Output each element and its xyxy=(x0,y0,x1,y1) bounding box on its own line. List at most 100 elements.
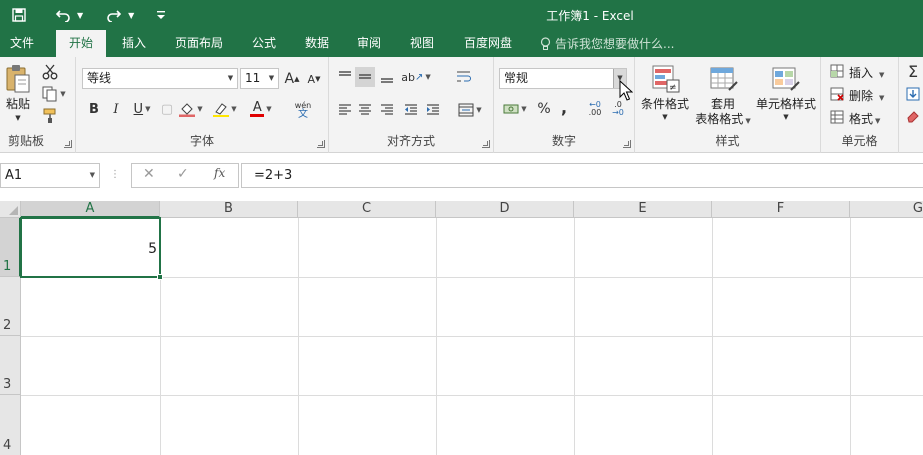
number-launcher-icon[interactable] xyxy=(623,140,631,148)
column-header-d[interactable]: D xyxy=(436,201,574,218)
formula-bar-splitter-icon[interactable]: ⋮ xyxy=(110,169,120,180)
font-color-icon[interactable]: A ▼ xyxy=(246,99,276,119)
column-header-e[interactable]: E xyxy=(574,201,712,218)
font-size-dropdown-icon[interactable]: ▼ xyxy=(265,69,278,88)
bold-button[interactable]: B xyxy=(84,99,104,119)
cell-styles-label[interactable]: 单元格样式 xyxy=(755,97,817,112)
paste-icon[interactable] xyxy=(4,63,32,95)
highlight-icon[interactable]: ▼ xyxy=(210,99,240,119)
delete-cells-label[interactable]: 删除 ▼ xyxy=(849,87,884,104)
tab-page-layout[interactable]: 页面布局 xyxy=(166,30,232,57)
insert-function-icon[interactable]: fx xyxy=(214,166,225,180)
conditional-formatting-label[interactable]: 条件格式 xyxy=(637,97,693,112)
tell-me-box[interactable]: 告诉我您想要做什么... xyxy=(540,30,674,57)
clipboard-launcher-icon[interactable] xyxy=(64,140,72,148)
tab-baidu-netdisk[interactable]: 百度网盘 xyxy=(455,30,521,57)
fill-handle[interactable] xyxy=(157,274,163,280)
row-header-4-label: 4 xyxy=(3,438,12,453)
format-as-table-label-1[interactable]: 套用 xyxy=(695,97,751,112)
column-header-a[interactable]: A xyxy=(21,201,160,218)
column-header-b[interactable]: B xyxy=(160,201,298,218)
name-box[interactable]: A1 ▼ xyxy=(0,163,100,188)
cut-icon[interactable] xyxy=(40,63,60,81)
increase-font-size-icon[interactable]: A ▲ xyxy=(283,69,301,89)
increase-decimal-icon[interactable]: ←0.00 xyxy=(584,99,606,119)
tab-review[interactable]: 审阅 xyxy=(349,30,389,57)
format-cells-label[interactable]: 格式 ▼ xyxy=(849,110,880,127)
font-launcher-icon[interactable] xyxy=(317,140,325,148)
decrease-decimal-icon[interactable]: .0 →0 xyxy=(607,99,629,119)
align-bottom-icon[interactable] xyxy=(377,67,397,87)
number-format-value: 常规 xyxy=(504,71,529,85)
borders-icon[interactable]: ▢ xyxy=(160,99,174,119)
decrease-font-size-icon[interactable]: A ▼ xyxy=(305,69,323,89)
fill-icon[interactable] xyxy=(904,85,922,103)
tab-view[interactable]: 视图 xyxy=(402,30,442,57)
accounting-format-icon[interactable]: ▼ xyxy=(498,99,532,119)
column-header-g[interactable]: G xyxy=(850,201,923,218)
delete-cells-icon[interactable] xyxy=(829,86,845,102)
number-format-combo[interactable]: 常规 ▼ xyxy=(499,68,627,89)
percent-style-button[interactable]: % xyxy=(534,99,554,119)
fill-color-icon[interactable]: ▼ xyxy=(176,99,206,119)
alignment-group: ab ↗ ▼ ▼ 对齐方式 xyxy=(329,57,494,153)
row-header-2[interactable]: 2 xyxy=(0,277,21,336)
tab-home[interactable]: 开始 xyxy=(56,30,106,57)
paste-dropdown-icon[interactable]: ▼ xyxy=(12,113,24,123)
cell-styles-icon[interactable] xyxy=(769,63,803,95)
conditional-formatting-icon[interactable]: ≠ xyxy=(649,63,683,95)
decrease-indent-icon[interactable] xyxy=(401,100,421,120)
gridline xyxy=(21,336,923,337)
format-cells-icon[interactable] xyxy=(829,109,845,125)
clear-icon[interactable] xyxy=(904,107,922,125)
align-right-icon[interactable] xyxy=(377,100,397,120)
tab-insert[interactable]: 插入 xyxy=(112,30,156,57)
align-middle-icon[interactable] xyxy=(355,67,375,87)
row-header-1[interactable]: 1 xyxy=(0,218,21,277)
worksheet-grid[interactable]: A B C D E F G 1 2 3 4 5 xyxy=(0,201,923,455)
active-cell-a1[interactable] xyxy=(20,217,163,280)
conditional-formatting-dropdown-icon[interactable]: ▼ xyxy=(659,112,671,122)
insert-cells-label[interactable]: 插入 ▼ xyxy=(849,64,884,81)
format-painter-icon[interactable] xyxy=(40,107,60,125)
select-all-button[interactable] xyxy=(0,201,21,218)
insert-cells-icon[interactable] xyxy=(829,63,845,79)
font-name-dropdown-icon[interactable]: ▼ xyxy=(224,69,237,88)
column-header-f[interactable]: F xyxy=(712,201,850,218)
autosum-icon[interactable]: Σ xyxy=(904,61,922,81)
column-header-c[interactable]: C xyxy=(298,201,436,218)
copy-icon[interactable]: ▼ xyxy=(40,85,68,103)
font-name-combo[interactable]: 等线 ▼ xyxy=(82,68,238,89)
formula-input[interactable]: =2+3 xyxy=(241,163,923,188)
comma-style-button[interactable]: , xyxy=(556,97,572,117)
align-top-icon[interactable] xyxy=(335,67,355,87)
increase-decimal-label: .00 xyxy=(588,108,602,117)
tab-file[interactable]: 文件 xyxy=(0,30,44,57)
paste-label[interactable]: 粘贴 xyxy=(4,97,32,112)
underline-button[interactable]: U ▼ xyxy=(128,99,156,119)
align-left-icon[interactable] xyxy=(335,100,355,120)
format-as-table-icon[interactable] xyxy=(707,63,741,95)
orientation-icon[interactable]: ab ↗ ▼ xyxy=(401,67,431,87)
lightbulb-icon xyxy=(540,36,551,50)
tab-data[interactable]: 数据 xyxy=(297,30,337,57)
increase-indent-icon[interactable] xyxy=(423,100,443,120)
name-box-dropdown-icon[interactable]: ▼ xyxy=(90,164,95,187)
cell-styles-dropdown-icon[interactable]: ▼ xyxy=(780,112,792,122)
row-header-4[interactable]: 4 xyxy=(0,395,21,455)
tab-formulas[interactable]: 公式 xyxy=(244,30,284,57)
align-center-icon[interactable] xyxy=(355,100,375,120)
formula-bar: A1 ▼ ⋮ ✕ ✓ fx =2+3 xyxy=(0,153,923,201)
cancel-icon[interactable]: ✕ xyxy=(143,166,155,182)
alignment-launcher-icon[interactable] xyxy=(482,140,490,148)
wrap-text-icon[interactable] xyxy=(453,67,475,87)
format-as-table-label-2[interactable]: 表格格式 ▼ xyxy=(689,112,757,129)
window-title: 工作簿1 - Excel xyxy=(546,9,634,23)
merge-center-icon[interactable]: ▼ xyxy=(453,100,487,120)
row-header-3[interactable]: 3 xyxy=(0,336,21,395)
enter-icon[interactable]: ✓ xyxy=(177,166,189,182)
italic-button[interactable]: I xyxy=(106,99,126,119)
font-size-combo[interactable]: 11 ▼ xyxy=(240,68,279,89)
phonetic-guide-icon[interactable]: wén 文 xyxy=(286,99,320,121)
format-as-table-label-2-text: 表格格式 xyxy=(695,112,744,126)
